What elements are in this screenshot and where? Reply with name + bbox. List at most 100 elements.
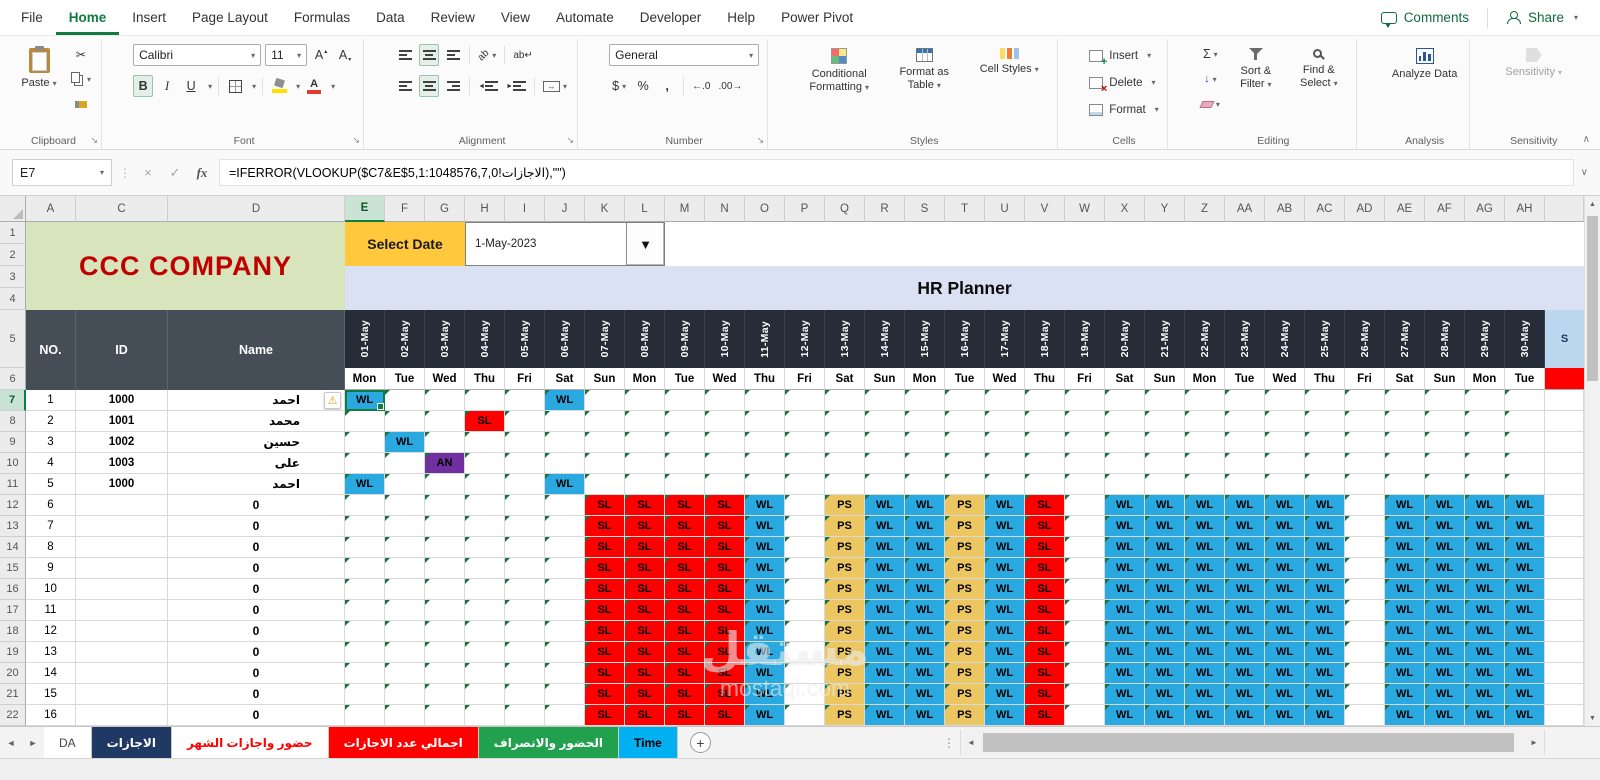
column-header-V[interactable]: V: [1025, 196, 1065, 222]
cell-R18[interactable]: WL: [865, 621, 905, 642]
cell-D21[interactable]: 0: [168, 684, 345, 705]
cell-W13[interactable]: [1065, 516, 1105, 537]
day-header-7[interactable]: Sun: [585, 368, 625, 390]
ribbon-tab-formulas[interactable]: Formulas: [281, 1, 363, 35]
cell-A17[interactable]: 11: [26, 600, 76, 621]
cell-N8[interactable]: [705, 411, 745, 432]
cell-C8[interactable]: 1001: [76, 411, 168, 432]
cell-AA13[interactable]: WL: [1225, 516, 1265, 537]
cell-Y18[interactable]: WL: [1145, 621, 1185, 642]
cell-G12[interactable]: [425, 495, 465, 516]
cell-AB14[interactable]: WL: [1265, 537, 1305, 558]
cell-R14[interactable]: WL: [865, 537, 905, 558]
cell-J20[interactable]: [545, 663, 585, 684]
cell-K11[interactable]: [585, 474, 625, 495]
sheet-tab-4[interactable]: اجمالي عدد الاجازات: [328, 727, 479, 758]
analyze-data-button[interactable]: Analyze Data: [1388, 43, 1461, 81]
cell-C21[interactable]: [76, 684, 168, 705]
decrease-decimal-button[interactable]: .00→: [716, 75, 744, 97]
column-header-AB[interactable]: AB: [1265, 196, 1305, 222]
cell-R16[interactable]: WL: [865, 579, 905, 600]
select-all-corner[interactable]: [0, 196, 26, 222]
cell-AH11[interactable]: [1505, 474, 1545, 495]
cell-L19[interactable]: SL: [625, 642, 665, 663]
cell-H21[interactable]: [465, 684, 505, 705]
cell-AB21[interactable]: WL: [1265, 684, 1305, 705]
cell-R20[interactable]: WL: [865, 663, 905, 684]
cell-L10[interactable]: [625, 453, 665, 474]
cell-J18[interactable]: [545, 621, 585, 642]
cell-E9[interactable]: [345, 432, 385, 453]
cell-I17[interactable]: [505, 600, 545, 621]
cell-M18[interactable]: SL: [665, 621, 705, 642]
cell-G14[interactable]: [425, 537, 465, 558]
number-format-select[interactable]: General ▾: [609, 44, 760, 66]
cell-O21[interactable]: WL: [745, 684, 785, 705]
date-header-23-May[interactable]: 23-May: [1225, 310, 1265, 368]
row-header-3[interactable]: 3: [0, 266, 26, 288]
cell-Q14[interactable]: PS: [825, 537, 865, 558]
row-header-9[interactable]: 9: [0, 432, 26, 453]
row-header-22[interactable]: 22: [0, 705, 26, 726]
cell-T10[interactable]: [945, 453, 985, 474]
chevron-down-icon[interactable]: ▾: [208, 82, 212, 91]
scroll-right-icon[interactable]: ►: [1524, 738, 1544, 747]
cell-L17[interactable]: SL: [625, 600, 665, 621]
cell-AF7[interactable]: [1425, 390, 1465, 411]
cell-W18[interactable]: [1065, 621, 1105, 642]
share-button[interactable]: Share ▾: [1498, 6, 1586, 29]
cell-G17[interactable]: [425, 600, 465, 621]
cell-A9[interactable]: 3: [26, 432, 76, 453]
cell-E12[interactable]: [345, 495, 385, 516]
cell-I19[interactable]: [505, 642, 545, 663]
date-header-06-May[interactable]: 06-May: [545, 310, 585, 368]
sheet-tab-2[interactable]: الاجازات: [91, 727, 172, 758]
cell-G8[interactable]: [425, 411, 465, 432]
column-header-H[interactable]: H: [465, 196, 505, 222]
cell-F14[interactable]: [385, 537, 425, 558]
cell-AB7[interactable]: [1265, 390, 1305, 411]
cell-I20[interactable]: [505, 663, 545, 684]
cell-D13[interactable]: 0: [168, 516, 345, 537]
cell-N12[interactable]: SL: [705, 495, 745, 516]
cell-AH8[interactable]: [1505, 411, 1545, 432]
cell-K10[interactable]: [585, 453, 625, 474]
cell-S8[interactable]: [905, 411, 945, 432]
cell-G15[interactable]: [425, 558, 465, 579]
row-header-5[interactable]: 5: [0, 310, 26, 368]
cell-F13[interactable]: [385, 516, 425, 537]
day-header-2[interactable]: Tue: [385, 368, 425, 390]
cell-AF16[interactable]: WL: [1425, 579, 1465, 600]
cell-O22[interactable]: WL: [745, 705, 785, 726]
font-dialog-launcher[interactable]: ↘: [353, 135, 361, 146]
row-header-18[interactable]: 18: [0, 621, 26, 642]
row-header-19[interactable]: 19: [0, 642, 26, 663]
cell-W15[interactable]: [1065, 558, 1105, 579]
cell-AD14[interactable]: [1345, 537, 1385, 558]
cell-AC18[interactable]: WL: [1305, 621, 1345, 642]
column-header-AE[interactable]: AE: [1385, 196, 1425, 222]
column-header-AC[interactable]: AC: [1305, 196, 1345, 222]
cell-AD21[interactable]: [1345, 684, 1385, 705]
cell-M15[interactable]: SL: [665, 558, 705, 579]
cell-U9[interactable]: [985, 432, 1025, 453]
column-header-X[interactable]: X: [1105, 196, 1145, 222]
font-size-select[interactable]: 11 ▾: [265, 44, 308, 66]
cell-AH20[interactable]: WL: [1505, 663, 1545, 684]
cell-A11[interactable]: 5: [26, 474, 76, 495]
cell-F9[interactable]: WL: [385, 432, 425, 453]
cell-P21[interactable]: [785, 684, 825, 705]
cell-M22[interactable]: SL: [665, 705, 705, 726]
cell-AC12[interactable]: WL: [1305, 495, 1345, 516]
cell-R10[interactable]: [865, 453, 905, 474]
cell-V8[interactable]: [1025, 411, 1065, 432]
cell-N7[interactable]: [705, 390, 745, 411]
cell-X12[interactable]: WL: [1105, 495, 1145, 516]
date-header-10-May[interactable]: 10-May: [705, 310, 745, 368]
cell-A14[interactable]: 8: [26, 537, 76, 558]
cell-C16[interactable]: [76, 579, 168, 600]
date-picker-dropdown-button[interactable]: ▼: [626, 223, 664, 265]
cell-Y19[interactable]: WL: [1145, 642, 1185, 663]
date-header-03-May[interactable]: 03-May: [425, 310, 465, 368]
cell-V18[interactable]: SL: [1025, 621, 1065, 642]
